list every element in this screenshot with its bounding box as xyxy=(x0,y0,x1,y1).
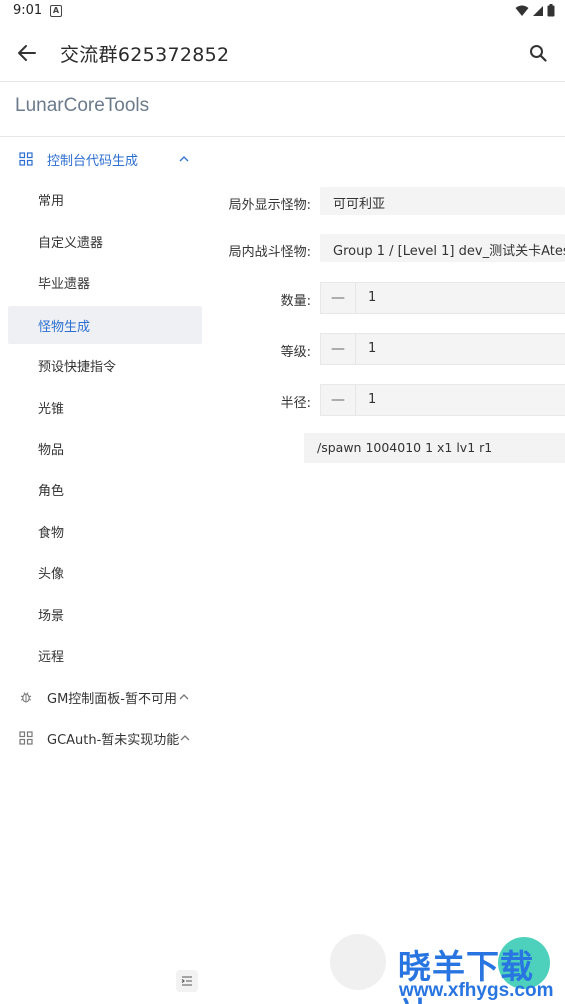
radius-label: 半径: xyxy=(280,396,311,411)
sidebar-item-scene[interactable]: 场景 xyxy=(8,595,202,633)
sidebar-item-items[interactable]: 物品 xyxy=(8,429,202,467)
quantity-label: 数量: xyxy=(280,294,311,309)
sheep-logo-icon xyxy=(330,934,386,990)
level-stepper[interactable]: — 1 xyxy=(320,333,565,365)
sidebar-item-label: 远程 xyxy=(38,649,65,665)
sidebar-item-label: 物品 xyxy=(38,442,65,458)
sidebar-item-preset-commands[interactable]: 预设快捷指令 xyxy=(8,346,202,384)
status-time: 9:01 xyxy=(13,3,43,18)
level-decrement-button[interactable]: — xyxy=(321,334,356,364)
battery-icon xyxy=(547,4,555,17)
menu-group-console-codegen[interactable]: 控制台代码生成 xyxy=(0,140,205,178)
level-label: 等级: xyxy=(280,345,311,360)
search-icon xyxy=(530,45,547,62)
search-button[interactable] xyxy=(523,38,553,68)
brand-title: LunarCoreTools xyxy=(15,95,150,116)
wifi-icon xyxy=(515,5,529,16)
grid-icon xyxy=(19,152,33,166)
radius-stepper[interactable]: — 1 xyxy=(320,384,565,416)
signal-icon xyxy=(533,5,543,16)
status-bar: 9:01 A xyxy=(0,0,565,24)
collapse-sidebar-button[interactable] xyxy=(176,970,198,992)
divider xyxy=(0,136,565,137)
sidebar-item-graduate-relic[interactable]: 毕业遗器 xyxy=(8,263,202,301)
chevron-up-icon xyxy=(180,735,190,741)
app-bar: 交流群625372852 xyxy=(0,24,565,82)
menu-group-gm-panel[interactable]: GM控制面板-暂不可用 xyxy=(0,678,205,716)
quantity-decrement-button[interactable]: — xyxy=(321,283,356,313)
sidebar-item-label: 怪物生成 xyxy=(38,319,91,335)
outer-monster-value: 可可利亚 xyxy=(333,197,386,212)
sidebar-item-monster-spawn[interactable]: 怪物生成 xyxy=(8,306,202,344)
sidebar-item-label: 食物 xyxy=(38,525,65,541)
sidebar-item-custom-relic[interactable]: 自定义遗器 xyxy=(8,222,202,260)
sidebar-item-light-cone[interactable]: 光锥 xyxy=(8,388,202,426)
sidebar-item-food[interactable]: 食物 xyxy=(8,512,202,550)
page-title: 交流群625372852 xyxy=(60,44,230,66)
quantity-value[interactable]: 1 xyxy=(368,290,376,305)
radius-decrement-button[interactable]: — xyxy=(321,385,356,415)
battle-monster-select[interactable]: Group 1 / [Level 1] dev_测试关卡AtestLe xyxy=(320,234,565,262)
menu-fold-icon xyxy=(181,976,192,986)
sidebar-item-label: 毕业遗器 xyxy=(38,276,91,292)
battle-monster-label: 局内战斗怪物: xyxy=(228,245,311,260)
sidebar-item-label: 场景 xyxy=(38,608,65,624)
menu-group-label: GM控制面板-暂不可用 xyxy=(47,691,177,707)
watermark-url: www.xfhygs.com xyxy=(399,980,554,1001)
sidebar-item-label: 常用 xyxy=(38,193,65,209)
back-button[interactable] xyxy=(12,38,42,68)
menu-group-gcauth[interactable]: GCAuth-暂未实现功能 xyxy=(0,719,205,757)
chevron-up-icon xyxy=(179,156,189,162)
outer-monster-select[interactable]: 可可利亚 xyxy=(320,187,565,215)
sidebar-item-label: 头像 xyxy=(38,566,65,582)
chevron-up-icon xyxy=(179,694,189,700)
sidebar-item-label: 角色 xyxy=(38,483,65,499)
battle-monster-value: Group 1 / [Level 1] dev_测试关卡AtestLe xyxy=(333,244,565,259)
outer-monster-label: 局外显示怪物: xyxy=(228,198,311,213)
sidebar-item-avatar[interactable]: 头像 xyxy=(8,553,202,591)
sidebar-item-remote[interactable]: 远程 xyxy=(8,636,202,674)
arrow-back-icon xyxy=(18,45,36,61)
sidebar-item-common[interactable]: 常用 xyxy=(8,180,202,218)
radius-value[interactable]: 1 xyxy=(368,392,376,407)
command-output[interactable]: /spawn 1004010 1 x1 lv1 r1 xyxy=(304,433,565,463)
command-text[interactable]: /spawn 1004010 1 x1 lv1 r1 xyxy=(317,440,492,455)
grid-icon xyxy=(19,731,33,745)
sidebar-item-label: 光锥 xyxy=(38,401,65,417)
menu-group-label: 控制台代码生成 xyxy=(47,153,139,169)
sidebar-item-characters[interactable]: 角色 xyxy=(8,470,202,508)
status-icons xyxy=(515,4,555,17)
level-value[interactable]: 1 xyxy=(368,341,376,356)
bug-icon xyxy=(20,692,32,703)
menu-group-label: GCAuth-暂未实现功能 xyxy=(47,732,180,748)
quantity-stepper[interactable]: — 1 xyxy=(320,282,565,314)
notification-icon: A xyxy=(50,5,62,17)
sidebar-item-label: 自定义遗器 xyxy=(38,235,104,251)
watermark: 晓羊下载站 www.xfhygs.com xyxy=(330,932,565,1004)
sidebar-item-label: 预设快捷指令 xyxy=(38,359,117,375)
